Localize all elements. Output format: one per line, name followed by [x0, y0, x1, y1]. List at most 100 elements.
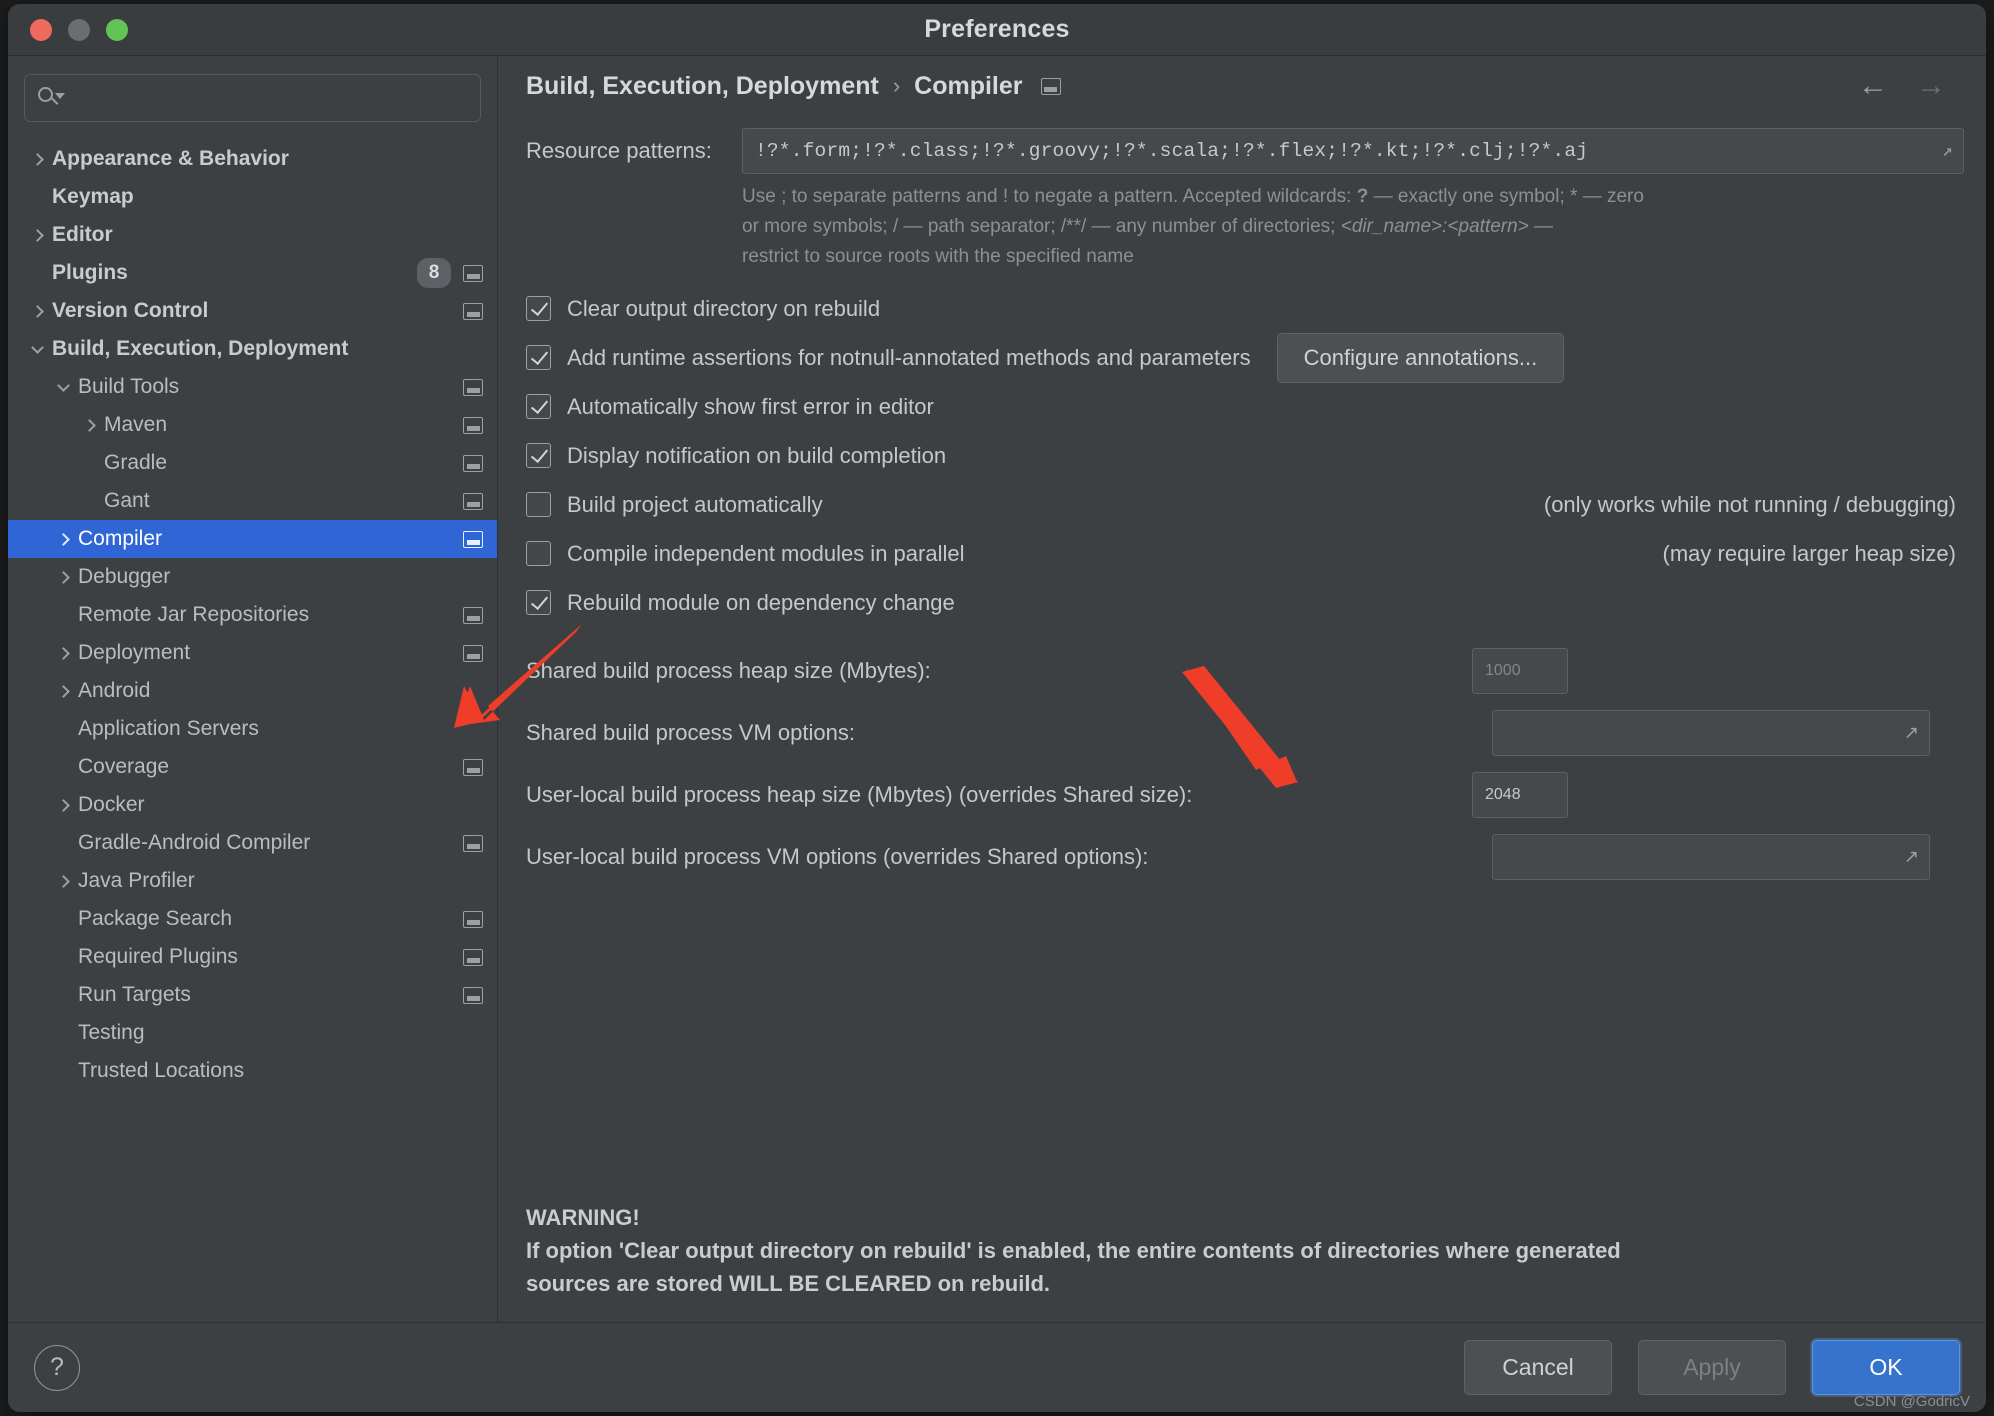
chevron-right-icon[interactable]	[26, 304, 48, 318]
settings-tree[interactable]: Appearance & Behavior Keymap Editor Plugins…	[8, 134, 497, 1322]
project-scope-icon[interactable]	[463, 834, 483, 852]
project-scope-icon[interactable]	[463, 302, 483, 320]
sidebar-item-remote-jar-repositories[interactable]: Remote Jar Repositories	[8, 596, 497, 634]
sidebar-item-deployment[interactable]: Deployment	[8, 634, 497, 672]
expand-icon[interactable]: ↗	[1904, 723, 1919, 744]
sidebar-item-build-execution-deployment[interactable]: Build, Execution, Deployment	[8, 330, 497, 368]
back-arrow-icon[interactable]: ←	[1858, 71, 1888, 101]
sidebar-item-version-control[interactable]: Version Control	[8, 292, 497, 330]
sidebar-item-label: Android	[78, 679, 151, 702]
window-body: Appearance & Behavior Keymap Editor Plugins…	[8, 56, 1986, 1322]
chevron-down-icon[interactable]	[52, 378, 74, 392]
sidebar-item-java-profiler[interactable]: Java Profiler	[8, 862, 497, 900]
sidebar-item-testing[interactable]: Testing	[8, 1014, 497, 1052]
sidebar-item-label: Application Servers	[78, 717, 259, 740]
sidebar-item-required-plugins[interactable]: Required Plugins	[8, 938, 497, 976]
field-input[interactable]: ↗	[1492, 834, 1930, 880]
project-scope-icon[interactable]	[463, 454, 483, 472]
checkbox-add-runtime-assertions-for-notnull-annotated-methods-and-parameters[interactable]	[526, 345, 551, 370]
checkbox-label[interactable]: Build project automatically	[567, 492, 823, 518]
sidebar-item-coverage[interactable]: Coverage	[8, 748, 497, 786]
checkbox-display-notification-on-build-completion[interactable]	[526, 443, 551, 468]
chevron-right-icon[interactable]	[52, 684, 74, 698]
project-scope-icon[interactable]	[1040, 77, 1061, 95]
chevron-right-icon[interactable]	[26, 152, 48, 166]
checkbox-clear-output-directory-on-rebuild[interactable]	[526, 296, 551, 321]
chevron-right-icon[interactable]	[52, 798, 74, 812]
warning-block: WARNING! If option 'Clear output directo…	[526, 1201, 1946, 1300]
chevron-right-icon[interactable]	[52, 570, 74, 584]
checkbox-label[interactable]: Add runtime assertions for notnull-annot…	[567, 345, 1251, 371]
field-label: Shared build process VM options:	[526, 720, 855, 745]
field-input[interactable]: ↗	[1492, 710, 1930, 756]
sidebar-item-android[interactable]: Android	[8, 672, 497, 710]
hint-line1-c: — exactly one symbol; * — zero	[1368, 186, 1644, 207]
chevron-right-icon[interactable]	[78, 418, 100, 432]
project-scope-icon[interactable]	[463, 264, 483, 282]
sidebar-item-run-targets[interactable]: Run Targets	[8, 976, 497, 1014]
breadcrumb-parent[interactable]: Build, Execution, Deployment	[526, 72, 879, 101]
forward-arrow-icon[interactable]: →	[1916, 71, 1946, 101]
expand-icon[interactable]: ↗	[1942, 140, 1953, 162]
apply-button[interactable]: Apply	[1638, 1340, 1786, 1395]
checkbox-build-project-automatically[interactable]	[526, 492, 551, 517]
sidebar-item-gradle-android-compiler[interactable]: Gradle-Android Compiler	[8, 824, 497, 862]
search-box[interactable]	[24, 74, 481, 122]
checkbox-compile-independent-modules-in-parallel[interactable]	[526, 541, 551, 566]
checkbox-label[interactable]: Display notification on build completion	[567, 443, 946, 469]
checkbox-label[interactable]: Clear output directory on rebuild	[567, 296, 880, 322]
project-scope-icon[interactable]	[463, 416, 483, 434]
footer-buttons: Cancel Apply OK	[1464, 1340, 1960, 1395]
field-input[interactable]: 1000	[1472, 648, 1568, 694]
sidebar-item-maven[interactable]: Maven	[8, 406, 497, 444]
project-scope-icon[interactable]	[463, 530, 483, 548]
checkbox-row: Rebuild module on dependency change	[526, 582, 1964, 623]
search-input[interactable]	[63, 87, 468, 109]
chevron-right-icon[interactable]	[52, 532, 74, 546]
expand-icon[interactable]: ↗	[1904, 847, 1919, 868]
ok-button[interactable]: OK	[1812, 1340, 1960, 1395]
resource-patterns-input[interactable]: !?*.form;!?*.class;!?*.groovy;!?*.scala;…	[742, 128, 1964, 174]
sidebar-item-appearance-behavior[interactable]: Appearance & Behavior	[8, 140, 497, 178]
sidebar-item-gradle[interactable]: Gradle	[8, 444, 497, 482]
project-scope-icon[interactable]	[463, 758, 483, 776]
checkbox-automatically-show-first-error-in-editor[interactable]	[526, 394, 551, 419]
project-scope-icon[interactable]	[463, 986, 483, 1004]
project-scope-icon[interactable]	[463, 492, 483, 510]
chevron-right-icon[interactable]	[26, 228, 48, 242]
sidebar-item-editor[interactable]: Editor	[8, 216, 497, 254]
project-scope-icon[interactable]	[463, 948, 483, 966]
sidebar-item-label: Maven	[104, 413, 168, 436]
project-scope-icon[interactable]	[463, 606, 483, 624]
sidebar-item-label: Docker	[78, 793, 145, 816]
checkbox-label[interactable]: Rebuild module on dependency change	[567, 590, 955, 616]
field-input[interactable]: 2048	[1472, 772, 1568, 818]
sidebar-item-compiler[interactable]: Compiler	[8, 520, 497, 558]
checkbox-label[interactable]: Compile independent modules in parallel	[567, 541, 964, 567]
project-scope-icon[interactable]	[463, 644, 483, 662]
sidebar-item-trusted-locations[interactable]: Trusted Locations	[8, 1052, 497, 1090]
project-scope-icon[interactable]	[463, 910, 483, 928]
project-scope-icon[interactable]	[463, 378, 483, 396]
resource-patterns-label: Resource patterns:	[526, 138, 712, 163]
sidebar-item-plugins[interactable]: Plugins 8	[8, 254, 497, 292]
cancel-button[interactable]: Cancel	[1464, 1340, 1612, 1395]
sidebar-item-package-search[interactable]: Package Search	[8, 900, 497, 938]
sidebar-item-docker[interactable]: Docker	[8, 786, 497, 824]
sidebar-item-application-servers[interactable]: Application Servers	[8, 710, 497, 748]
sidebar-item-debugger[interactable]: Debugger	[8, 558, 497, 596]
checkbox-rebuild-module-on-dependency-change[interactable]	[526, 590, 551, 615]
sidebar-item-build-tools[interactable]: Build Tools	[8, 368, 497, 406]
chevron-down-icon[interactable]	[26, 340, 48, 354]
history-nav: ← →	[1858, 71, 1964, 101]
sidebar-item-gant[interactable]: Gant	[8, 482, 497, 520]
help-button[interactable]: ?	[34, 1344, 80, 1391]
sidebar-item-keymap[interactable]: Keymap	[8, 178, 497, 216]
checkbox-label[interactable]: Automatically show first error in editor	[567, 394, 934, 420]
sidebar-item-label: Appearance & Behavior	[52, 147, 289, 170]
chevron-right-icon[interactable]	[52, 646, 74, 660]
configure-annotations-button[interactable]: Configure annotations...	[1276, 332, 1565, 383]
search-container	[8, 56, 497, 134]
checkbox-row: Build project automatically (only works w…	[526, 484, 1964, 525]
chevron-right-icon[interactable]	[52, 874, 74, 888]
